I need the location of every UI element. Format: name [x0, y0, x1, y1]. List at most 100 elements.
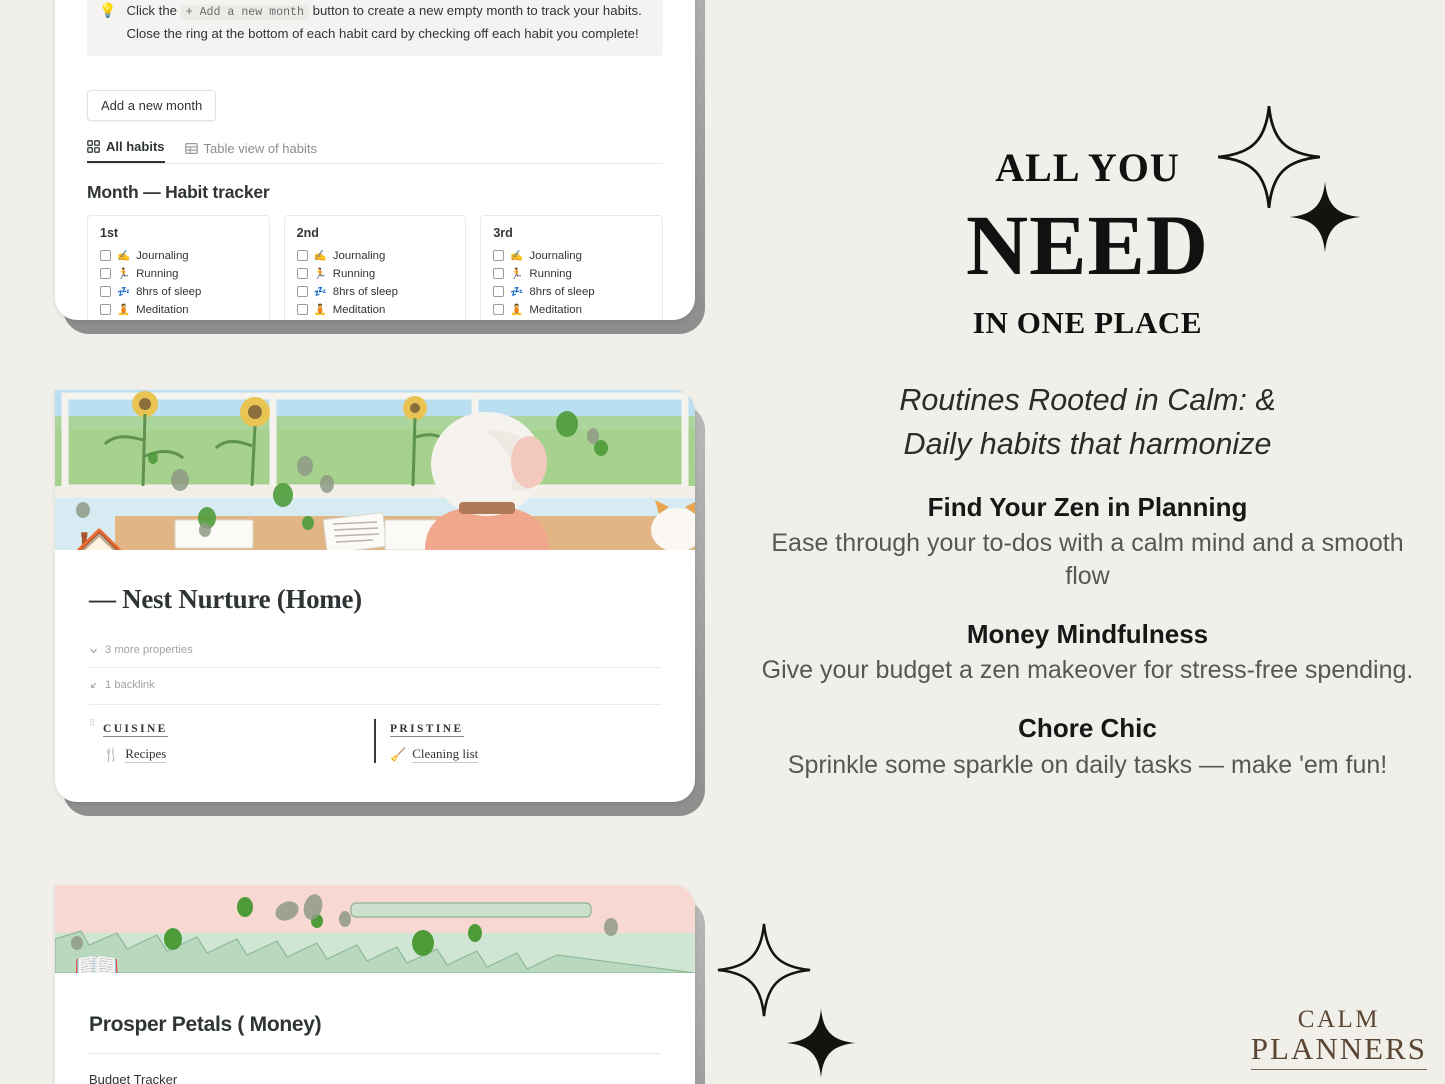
- brand-logo: CALM PLANNERS: [1250, 1006, 1427, 1070]
- checkbox[interactable]: [493, 268, 505, 280]
- notion-page-nest: — Nest Nurture (Home) 3 more properties …: [55, 550, 695, 763]
- tagline-line-2: Daily habits that harmonize: [903, 426, 1272, 461]
- checkbox[interactable]: [493, 304, 505, 316]
- feature-block: Chore Chic Sprinkle some sparkle on dail…: [760, 713, 1415, 781]
- sparkle-filled-icon: [786, 1008, 856, 1078]
- habit-item[interactable]: 🏃 Running: [296, 267, 454, 281]
- habit-emoji: ✍️: [510, 250, 524, 263]
- habit-item[interactable]: 💤 8hrs of sleep: [100, 285, 257, 298]
- table-icon: [184, 143, 198, 155]
- habit-label: Running: [136, 267, 179, 280]
- habit-item[interactable]: 💤 8hrs of sleep: [296, 285, 454, 298]
- page-title: — Nest Nurture (Home): [89, 584, 362, 614]
- habit-label: Meditation: [529, 303, 582, 316]
- habit-label: Meditation: [332, 303, 386, 316]
- logo-line-2: PLANNERS: [1250, 1033, 1427, 1070]
- checkbox[interactable]: [100, 286, 111, 298]
- drag-handle-icon[interactable]: ⠿: [89, 718, 96, 727]
- checkbox[interactable]: [100, 268, 111, 280]
- column-heading: PRISTINE: [390, 723, 464, 737]
- grid-icon: [87, 140, 100, 153]
- device-screen: 🏠 — Nest Nurture (Home) 3 more propertie…: [55, 390, 695, 802]
- checkbox[interactable]: [296, 250, 308, 262]
- habit-card-row: 1st ✍️ Journaling 🏃 Running 💤 8hrs of sleep…: [87, 215, 664, 320]
- tab-all-habits[interactable]: All habits: [87, 139, 165, 164]
- backlink-arrow-icon: [91, 682, 97, 688]
- habit-item[interactable]: 🧘 Meditation: [100, 303, 257, 316]
- checkbox[interactable]: [493, 286, 505, 298]
- callout-box: 💡 Click the + Add a new month button to …: [87, 0, 663, 57]
- backlink-row[interactable]: 1 backlink: [89, 667, 661, 702]
- habit-label: 8hrs of sleep: [332, 285, 398, 298]
- habit-item[interactable]: ✍️ Journaling: [296, 249, 454, 262]
- tagline-line-1: Routines Rooted in Calm: &: [899, 382, 1276, 417]
- add-a-new-month-button[interactable]: Add a new month: [87, 90, 217, 122]
- broom-icon: 🧹: [390, 746, 407, 762]
- habit-card[interactable]: 3rd ✍️ Journaling 🏃 Running 💤 8hrs of sleep…: [480, 215, 664, 320]
- habit-item[interactable]: 🧘 Meditation: [296, 303, 454, 316]
- tablet-prosper-petals: 📖 Prosper Petals ( Money) Budget Tracker…: [55, 885, 705, 1084]
- marketing-panel: ALL YOU NEED IN ONE PLACE Routines Roote…: [730, 0, 1445, 1084]
- chevron-down-icon: [90, 648, 97, 653]
- habit-item[interactable]: 🧘 Meditation: [493, 303, 650, 316]
- habit-emoji: 🏃: [510, 268, 524, 281]
- code-chip-add-month: + Add a new month: [180, 5, 309, 20]
- habit-label: Journaling: [136, 249, 189, 262]
- feature-block: Find Your Zen in Planning Ease through y…: [760, 492, 1415, 593]
- callout-line1-post: button to create a new empty month to tr…: [312, 3, 642, 18]
- divider: [89, 1053, 661, 1054]
- open-book-icon: 📖: [73, 951, 121, 973]
- tab-table-view-label: Table view of habits: [203, 141, 317, 157]
- more-properties-toggle[interactable]: 3 more properties: [89, 633, 661, 667]
- feature-body: Give your budget a zen makeover for stre…: [761, 656, 1414, 685]
- habit-emoji: 🏃: [117, 268, 131, 281]
- habit-item[interactable]: ✍️ Journaling: [100, 249, 257, 262]
- section-heading: Budget Tracker: [89, 1072, 178, 1084]
- link-label: Recipes: [125, 746, 167, 763]
- habit-card[interactable]: 2nd ✍️ Journaling 🏃 Running 💤 8hrs of sleep…: [283, 215, 467, 320]
- checkbox[interactable]: [493, 250, 505, 262]
- habit-label: Running: [332, 267, 376, 280]
- checkbox[interactable]: [100, 250, 111, 262]
- tagline: Routines Rooted in Calm: & Daily habits …: [760, 378, 1415, 466]
- habit-card[interactable]: 1st ✍️ Journaling 🏃 Running 💤 8hrs of sleep…: [87, 215, 270, 320]
- callout-line1-pre: Click the: [126, 3, 178, 18]
- cover-art: [55, 885, 695, 973]
- habit-label: 8hrs of sleep: [529, 285, 595, 298]
- habit-label: 8hrs of sleep: [136, 285, 202, 298]
- sparkle-filled-icon: [1289, 181, 1361, 253]
- link-cleaning-list[interactable]: 🧹 Cleaning list: [390, 746, 661, 763]
- habit-emoji: 💤: [117, 286, 131, 299]
- habit-label: Running: [529, 267, 572, 280]
- checkbox[interactable]: [296, 304, 308, 316]
- checkbox[interactable]: [296, 268, 308, 280]
- lightbulb-icon: 💡: [99, 2, 117, 18]
- notion-page-money: Prosper Petals ( Money) Budget Tracker ▦…: [55, 973, 695, 1084]
- habit-emoji: 🧘: [510, 304, 524, 317]
- habit-emoji: 🏃: [313, 268, 327, 281]
- page-cover-illustration: 🏠: [55, 390, 695, 550]
- habit-item[interactable]: 💤 8hrs of sleep: [493, 285, 650, 298]
- device-screen: 💡 Click the + Add a new month button to …: [55, 0, 695, 320]
- logo-line-1: CALM: [1297, 1006, 1381, 1034]
- tab-table-view-of-habits[interactable]: Table view of habits: [184, 141, 317, 163]
- checkbox[interactable]: [296, 286, 308, 298]
- column-cuisine: ⠿ CUISINE 🍴 Recipes: [89, 718, 374, 763]
- feature-body: Ease through your to-dos with a calm min…: [771, 529, 1404, 591]
- habit-item[interactable]: 🏃 Running: [493, 267, 650, 280]
- view-tabs: All habits Table view of habits: [87, 139, 663, 165]
- habit-item[interactable]: 🏃 Running: [100, 267, 257, 280]
- checkbox[interactable]: [100, 304, 111, 316]
- habit-card-day: 3rd: [493, 226, 513, 241]
- habit-card-day: 1st: [100, 226, 119, 241]
- column-heading: CUISINE: [103, 723, 168, 737]
- habit-item[interactable]: ✍️ Journaling: [493, 249, 650, 262]
- habit-emoji: ✍️: [117, 250, 131, 263]
- column-pristine: PRISTINE 🧹 Cleaning list: [374, 719, 661, 763]
- headline-line-3: IN ONE PLACE: [972, 304, 1203, 340]
- tablet-habit-tracker: 💡 Click the + Add a new month button to …: [55, 0, 705, 334]
- fork-knife-icon: 🍴: [103, 746, 120, 762]
- link-recipes[interactable]: 🍴 Recipes: [103, 746, 374, 763]
- callout-line2: Close the ring at the bottom of each hab…: [126, 25, 639, 41]
- more-properties-label: 3 more properties: [105, 644, 193, 656]
